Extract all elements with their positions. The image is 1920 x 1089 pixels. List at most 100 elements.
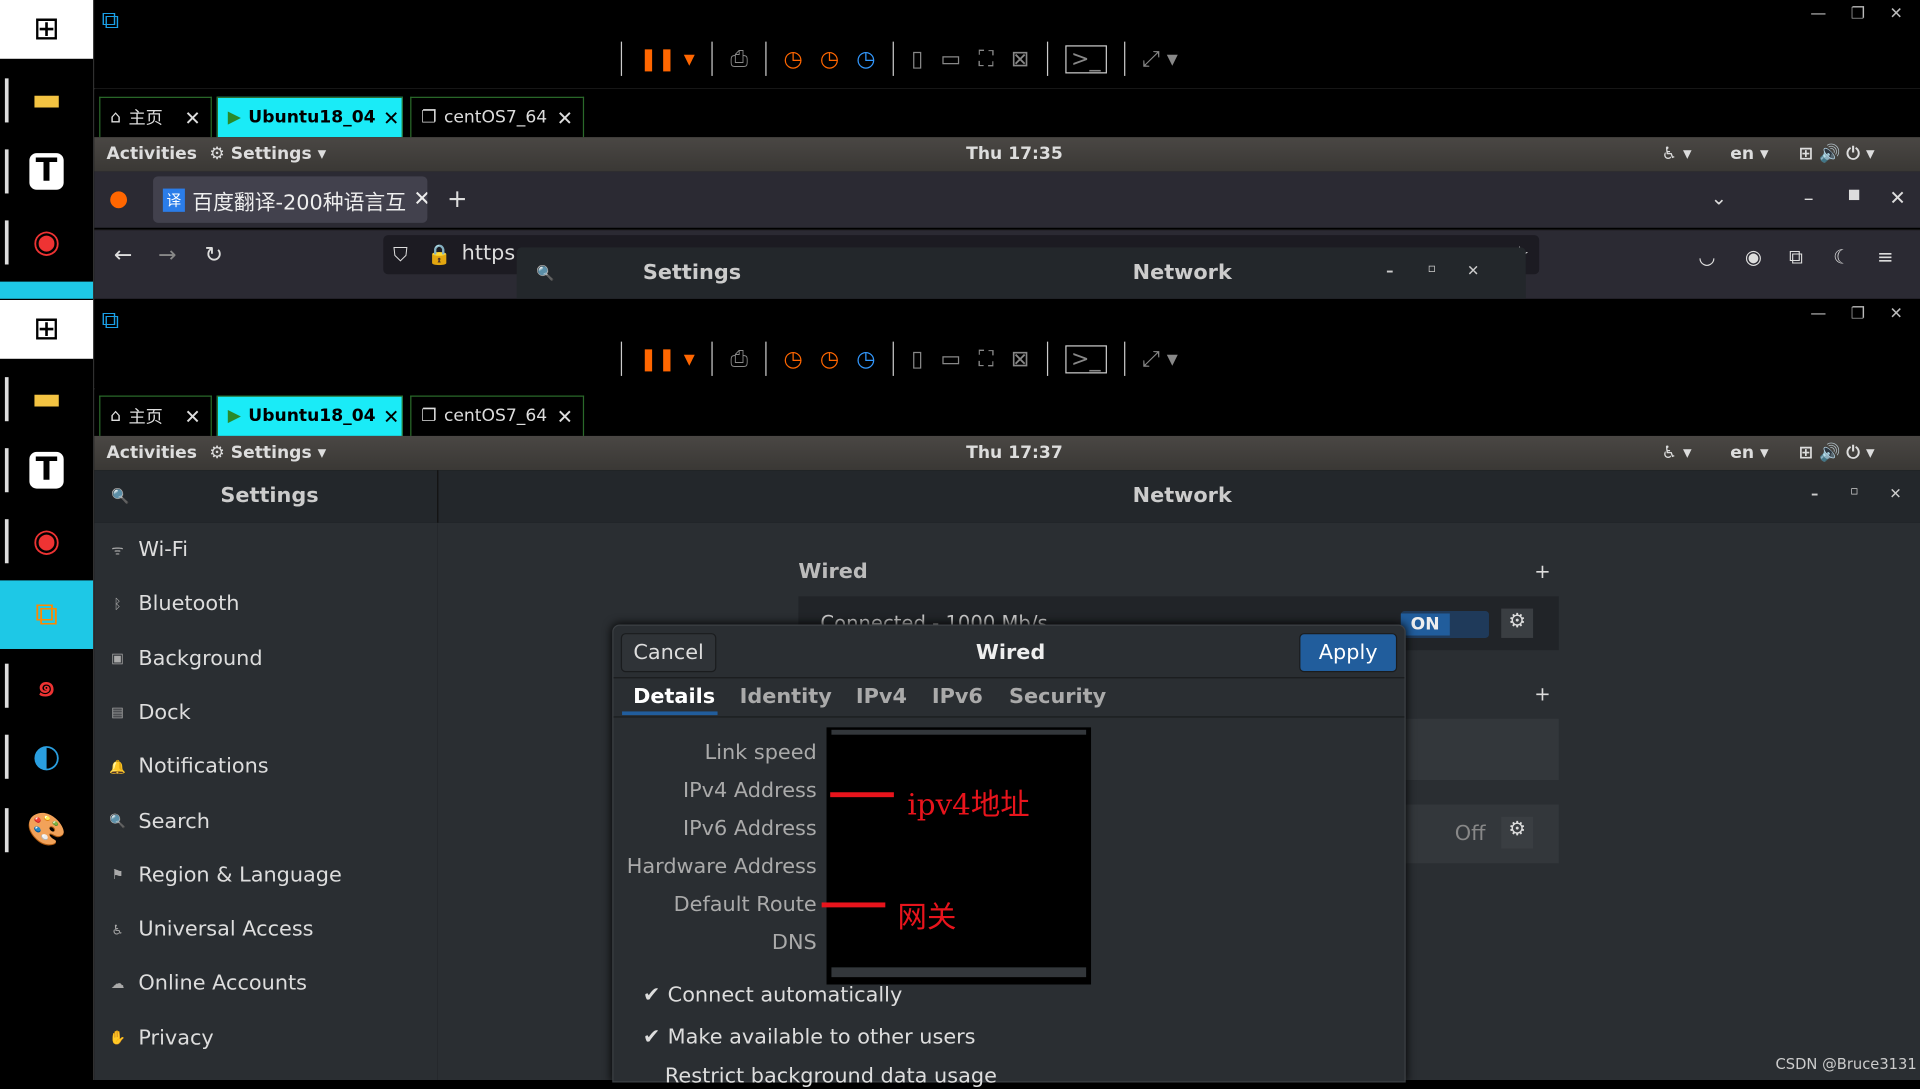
tab-list-icon[interactable]: ⌄ — [1711, 186, 1727, 209]
close-icon[interactable]: ✕ — [557, 106, 573, 129]
close-icon[interactable]: ✕ — [557, 405, 573, 428]
sidebar-item-online-accounts[interactable]: ☁ Online Accounts — [109, 972, 307, 996]
tab-centos[interactable]: ❐ centOS7_64 ✕ — [410, 395, 585, 436]
tab-centos[interactable]: ❐ centOS7_64 ✕ — [410, 96, 585, 138]
tab-identity[interactable]: Identity — [740, 684, 832, 708]
tab-ubuntu[interactable]: ▶ Ubuntu18_04 ✕ — [216, 96, 403, 138]
activities-button[interactable]: Activities — [107, 443, 197, 463]
sidebar-item-wi-fi[interactable]: ᯤ Wi-Fi — [109, 538, 188, 562]
system-menu-icons[interactable]: ⊞ 🔊 ⏻ ▾ — [1799, 443, 1875, 463]
restore-icon[interactable]: ❐ — [1851, 305, 1865, 323]
tab-ubuntu[interactable]: ▶ Ubuntu18_04 ✕ — [216, 395, 403, 436]
fullscreen-icon[interactable]: ⛶ — [978, 46, 993, 72]
pause-icon[interactable]: ❚❚ ▾ — [639, 46, 695, 72]
maximize-icon[interactable]: ▫ — [1428, 262, 1436, 275]
snapshot-icon[interactable]: ◷ — [784, 346, 803, 372]
account-icon[interactable]: ◉ — [1745, 245, 1762, 268]
app-red-button[interactable]: ๑ — [0, 651, 93, 720]
restrict-background-data-checkbox[interactable]: Restrict background data usage — [643, 1064, 997, 1088]
maximize-icon[interactable]: ■ — [1848, 186, 1861, 202]
activities-button[interactable]: Activities — [107, 144, 197, 164]
reload-icon[interactable]: ↻ — [204, 242, 222, 268]
cancel-button[interactable]: Cancel — [620, 633, 717, 673]
sidebar-item-background[interactable]: ▣ Background — [109, 646, 262, 670]
close-icon[interactable]: ✕ — [184, 405, 200, 428]
tab-home[interactable]: ⌂ 主页 ✕ — [99, 96, 212, 138]
connect-automatically-checkbox[interactable]: ✔ Connect automatically — [643, 983, 902, 1007]
tab-home[interactable]: ⌂ 主页 ✕ — [99, 395, 212, 436]
tab-details[interactable]: Details — [633, 684, 715, 708]
browser-tab[interactable]: 译百度翻译-200种语言互✕ — [153, 176, 428, 223]
tab-ipv6[interactable]: IPv6 — [932, 684, 983, 708]
stretch-icon[interactable]: ⤢ ▾ — [1142, 46, 1178, 72]
tab-security[interactable]: Security — [1009, 684, 1106, 708]
fullscreen-icon[interactable]: ⛶ — [978, 346, 993, 372]
edge-button[interactable]: ◐ — [0, 722, 93, 791]
file-explorer-button[interactable]: ▬ — [0, 66, 93, 135]
snapshot-icon[interactable]: ◷ — [784, 46, 803, 72]
close-icon[interactable]: ✕ — [1890, 5, 1903, 23]
add-vpn-icon[interactable]: + — [1534, 682, 1550, 705]
pause-icon[interactable]: ❚❚ ▾ — [639, 346, 695, 372]
close-icon[interactable]: ✕ — [383, 405, 399, 428]
system-menu-icons[interactable]: ⊞ 🔊 ⏻ ▾ — [1799, 144, 1875, 164]
close-tab-icon[interactable]: ✕ — [413, 187, 427, 211]
extensions-icon[interactable]: ⧉ — [1789, 245, 1803, 269]
sidebar-view-icon[interactable]: ▯ — [911, 346, 923, 372]
proxy-settings-gear-icon[interactable]: ⚙ — [1501, 816, 1534, 849]
minimize-icon[interactable]: – — [1386, 262, 1393, 279]
windows-start-button-2[interactable]: ⊞ — [0, 300, 94, 359]
typora-button[interactable]: T — [0, 137, 93, 206]
close-icon[interactable]: ✕ — [1467, 262, 1479, 279]
send-keys-icon[interactable]: ⎙ — [730, 346, 748, 372]
back-icon[interactable]: ← — [114, 242, 132, 268]
app-menu[interactable]: ⚙ Settings ▾ — [209, 443, 326, 463]
revert-snapshot-icon[interactable]: ◷ — [820, 46, 839, 72]
close-icon[interactable]: ✕ — [383, 106, 399, 129]
thumbnail-view-icon[interactable]: ▭ — [940, 46, 961, 72]
close-icon[interactable]: ✕ — [1890, 305, 1903, 323]
search-icon[interactable]: 🔍 — [111, 487, 129, 504]
sidebar-view-icon[interactable]: ▯ — [911, 46, 923, 72]
paint-button[interactable]: 🎨 — [0, 796, 93, 865]
chrome-button[interactable]: ◉ — [0, 208, 93, 277]
sidebar-item-dock[interactable]: ▤ Dock — [109, 700, 190, 724]
windows-start-button[interactable]: ⊞ — [0, 0, 94, 59]
menu-icon[interactable]: ≡ — [1877, 245, 1893, 268]
sidebar-item-notifications[interactable]: 🔔 Notifications — [109, 755, 269, 779]
unity-icon[interactable]: ⊠ — [1011, 46, 1029, 72]
maximize-icon[interactable]: ▫ — [1850, 485, 1858, 498]
accessibility-menu-icon[interactable]: ♿ ▾ — [1662, 144, 1692, 164]
accessibility-menu-icon[interactable]: ♿ ▾ — [1662, 443, 1692, 463]
thumbnail-view-icon[interactable]: ▭ — [940, 346, 961, 372]
new-tab-icon[interactable]: + — [447, 184, 468, 213]
clock[interactable]: Thu 17:37 — [966, 443, 1063, 463]
pocket-icon[interactable]: ◡ — [1698, 245, 1715, 268]
vmware-button-back[interactable] — [0, 281, 94, 299]
minimize-icon[interactable]: — — [1810, 5, 1826, 23]
sidebar-item-region-language[interactable]: ⚑ Region & Language — [109, 863, 342, 887]
typora-button-2[interactable]: T — [0, 436, 93, 505]
wired-toggle[interactable]: ON — [1400, 611, 1489, 638]
forward-icon[interactable]: → — [158, 242, 176, 268]
available-other-users-checkbox[interactable]: ✔ Make available to other users — [643, 1025, 976, 1049]
revert-snapshot-icon[interactable]: ◷ — [820, 346, 839, 372]
console-icon[interactable]: >_ — [1064, 44, 1107, 73]
send-keys-icon[interactable]: ⎙ — [730, 46, 748, 72]
vmware-button[interactable]: ⧉ — [0, 580, 94, 649]
close-icon[interactable]: ✕ — [1889, 186, 1905, 209]
minimize-icon[interactable]: – — [1804, 186, 1814, 209]
file-explorer-button-2[interactable]: ▬ — [0, 365, 93, 434]
wired-settings-gear-icon[interactable]: ⚙ — [1501, 608, 1534, 638]
tab-ipv4[interactable]: IPv4 — [856, 684, 907, 708]
app-menu[interactable]: ⚙ Settings ▾ — [209, 144, 326, 164]
add-connection-icon[interactable]: + — [1534, 560, 1550, 583]
close-icon[interactable]: ✕ — [184, 106, 200, 129]
stretch-icon[interactable]: ⤢ ▾ — [1142, 346, 1178, 372]
console-icon[interactable]: >_ — [1064, 344, 1107, 373]
restore-icon[interactable]: ❐ — [1851, 5, 1865, 23]
chrome-button-2[interactable]: ◉ — [0, 507, 93, 576]
language-menu[interactable]: en ▾ — [1730, 443, 1768, 463]
sidebar-item-privacy[interactable]: ✋ Privacy — [109, 1026, 214, 1050]
minimize-icon[interactable]: — — [1810, 305, 1826, 323]
